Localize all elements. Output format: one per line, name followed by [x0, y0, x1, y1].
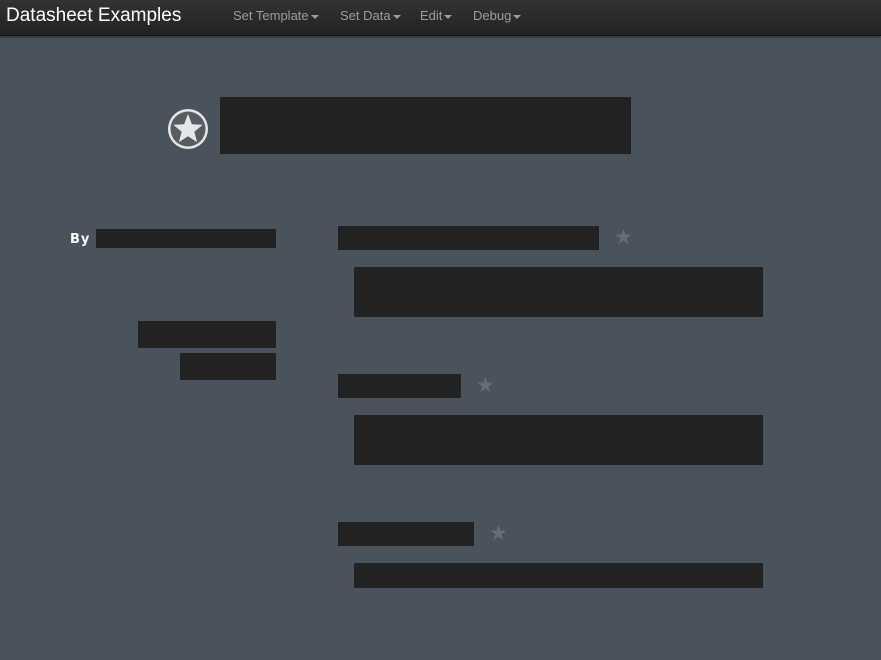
star-icon[interactable]: ★: [476, 375, 495, 396]
top-navbar: Datasheet Examples Set Template Set Data…: [0, 0, 881, 36]
menu-set-data[interactable]: Set Data: [340, 0, 401, 35]
app-title[interactable]: Datasheet Examples: [6, 5, 181, 27]
caret-down-icon: [513, 14, 522, 19]
star-badge-icon: [168, 109, 208, 149]
menu-debug[interactable]: Debug: [473, 0, 522, 35]
redacted-page-title: [220, 97, 631, 154]
caret-down-icon: [444, 14, 453, 19]
menu-set-template-label: Set Template: [233, 8, 309, 23]
redacted-field-heading-1: [338, 226, 599, 250]
redacted-field-value-2: [354, 415, 763, 465]
menu-set-template[interactable]: Set Template: [233, 0, 319, 35]
menu-edit-label: Edit: [420, 8, 443, 23]
redacted-author: [96, 229, 276, 248]
redacted-field-value-1: [354, 267, 763, 317]
redacted-field-heading-2: [338, 374, 461, 398]
menu-debug-label: Debug: [473, 8, 512, 23]
redacted-meta-1: [138, 321, 276, 348]
menu-set-data-label: Set Data: [340, 8, 391, 23]
author-by-label: By: [70, 232, 91, 247]
caret-down-icon: [310, 14, 319, 19]
redacted-field-heading-3: [338, 522, 474, 546]
star-icon[interactable]: ★: [489, 523, 508, 544]
star-icon[interactable]: ★: [614, 227, 633, 248]
caret-down-icon: [392, 14, 401, 19]
menu-edit[interactable]: Edit: [420, 0, 453, 35]
redacted-field-value-3: [354, 563, 763, 588]
redacted-meta-2: [180, 353, 276, 380]
